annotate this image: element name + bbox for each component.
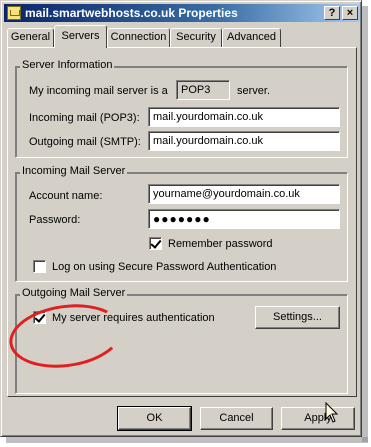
account-name-input[interactable]: yourname@yourdomain.co.uk <box>148 184 340 204</box>
window-shadow-right <box>362 6 368 442</box>
incoming-server-type-suffix: server. <box>237 85 271 97</box>
secure-password-auth-checkbox[interactable] <box>33 260 46 273</box>
server-type-field: POP3 <box>176 80 230 100</box>
tab-security[interactable]: Security <box>170 28 222 47</box>
password-input[interactable]: ●●●●●●● <box>148 209 340 229</box>
close-button[interactable]: × <box>342 6 358 20</box>
remember-password-label: Remember password <box>168 238 273 250</box>
incoming-mail-server-title: Incoming Mail Server <box>20 165 128 177</box>
tab-connection[interactable]: Connection <box>107 28 170 47</box>
outgoing-mail-label: Outgoing mail (SMTP): <box>29 136 141 148</box>
password-label: Password: <box>29 214 81 226</box>
settings-button[interactable]: Settings... <box>255 306 340 329</box>
title-bar[interactable]: mail.smartwebhosts.co.uk Properties ? × <box>4 4 360 22</box>
secure-password-auth-label: Log on using Secure Password Authenticat… <box>52 261 277 273</box>
incoming-server-type-prefix: My incoming mail server is a <box>29 85 168 97</box>
properties-dialog: mail.smartwebhosts.co.uk Properties ? × … <box>0 0 362 437</box>
window-title: mail.smartwebhosts.co.uk Properties <box>25 6 238 20</box>
remember-password-checkbox[interactable] <box>149 237 162 250</box>
outgoing-mail-server-title: Outgoing Mail Server <box>20 287 128 299</box>
incoming-mail-input[interactable]: mail.yourdomain.co.uk <box>148 107 340 127</box>
tab-advanced[interactable]: Advanced <box>222 28 281 47</box>
mouse-cursor-icon <box>325 402 339 423</box>
apply-button[interactable]: Apply <box>281 407 355 430</box>
incoming-mail-label: Incoming mail (POP3): <box>29 112 140 124</box>
outgoing-mail-input[interactable]: mail.yourdomain.co.uk <box>148 131 340 151</box>
tab-servers[interactable]: Servers <box>54 25 107 48</box>
tab-general[interactable]: General <box>7 28 54 47</box>
window-shadow-bottom <box>6 437 368 443</box>
server-information-title: Server Information <box>20 59 115 71</box>
cancel-button[interactable]: Cancel <box>200 407 273 430</box>
mail-account-icon <box>7 6 21 20</box>
ok-button[interactable]: OK <box>117 406 192 431</box>
help-button[interactable]: ? <box>324 6 340 20</box>
account-name-label: Account name: <box>29 190 103 202</box>
